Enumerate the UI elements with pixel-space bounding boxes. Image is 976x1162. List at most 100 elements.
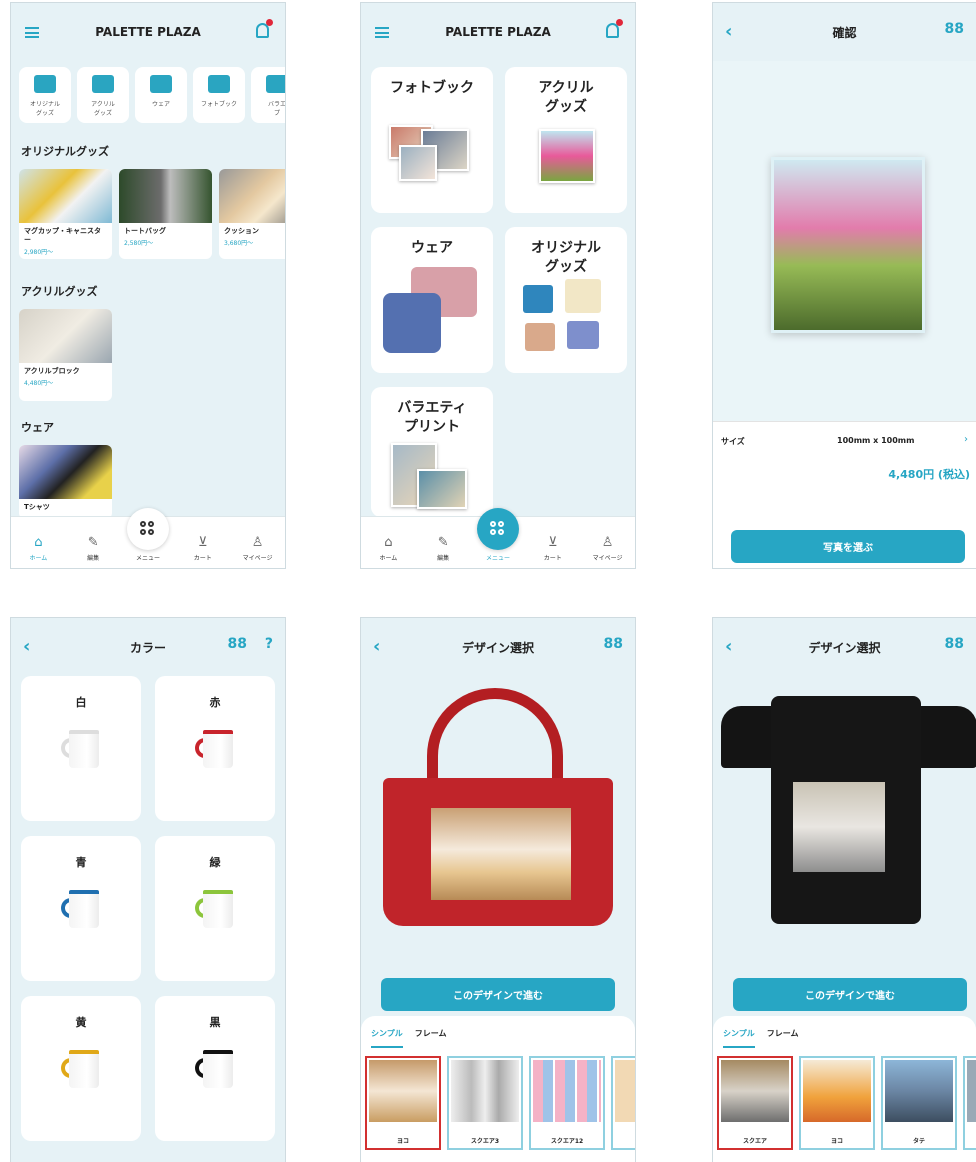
grid-icon[interactable]: 88 <box>945 636 964 652</box>
thumb-image <box>885 1060 953 1122</box>
design-thumb[interactable]: タテ <box>881 1056 957 1150</box>
product-name: マグカップ・キャニスター <box>24 227 101 244</box>
size-value[interactable]: 100mm x 100mm <box>837 436 914 445</box>
design-thumb[interactable]: ヨコ <box>365 1056 441 1150</box>
tshirt-preview <box>771 696 921 924</box>
category-label: フォトブック <box>200 101 237 108</box>
product-name: Tシャツ <box>24 503 50 511</box>
tab-home[interactable]: ⌂ ホーム <box>18 535 58 562</box>
tab-mypage[interactable]: ♙ マイページ <box>238 535 278 562</box>
design-select-screen: ‹ デザイン選択 88 このデザインで進む シンプル フレーム ヨコ スクエア3… <box>360 617 636 1162</box>
tab-mypage[interactable]: ♙ マイページ <box>588 535 628 562</box>
notification-dot <box>616 19 623 26</box>
design-thumb[interactable]: スクエア12 <box>529 1056 605 1150</box>
tab-home[interactable]: ⌂ ホーム <box>368 535 408 562</box>
tab-simple[interactable]: シンプル <box>723 1028 755 1048</box>
mug-icon <box>195 1050 235 1088</box>
category-wear[interactable]: ウェア <box>135 67 187 123</box>
header: ‹ 確認 88 <box>713 3 976 61</box>
tab-edit[interactable]: ✎ 編集 <box>73 535 113 562</box>
section-title: ウェア <box>21 421 54 434</box>
header: PALETTE PLAZA <box>11 3 285 61</box>
menu-card-photobook[interactable]: フォトブック <box>371 67 493 213</box>
product-card[interactable]: マグカップ・キャニスター 2,980円〜 <box>19 169 112 259</box>
menu-card-original[interactable]: オリジナル グッズ <box>505 227 627 373</box>
grid-icon <box>490 521 506 537</box>
back-chevron-icon[interactable]: ‹ <box>725 23 732 41</box>
tab-label: 編集 <box>87 555 100 562</box>
design-tabs: シンプル フレーム <box>371 1028 447 1048</box>
tab-edit[interactable]: ✎ 編集 <box>423 535 463 562</box>
tab-cart[interactable]: ⊻ カート <box>183 535 223 562</box>
menu-card-acrylic[interactable]: アクリル グッズ <box>505 67 627 213</box>
color-option[interactable]: 緑 <box>155 836 275 981</box>
brand-title: PALETTE PLAZA <box>95 25 201 39</box>
menu-icon[interactable] <box>375 27 389 38</box>
color-option[interactable]: 白 <box>21 676 141 821</box>
thumb-label: スクエア <box>742 1138 767 1145</box>
tab-label: ホーム <box>29 555 48 562</box>
design-thumb[interactable] <box>963 1056 976 1150</box>
tab-frame[interactable]: フレーム <box>767 1028 799 1048</box>
help-icon[interactable]: ? <box>265 636 273 652</box>
mug-icon <box>195 890 235 928</box>
proceed-design-button[interactable]: このデザインで進む <box>381 978 615 1011</box>
size-panel: サイズ 100mm x 100mm › 4,480円 (税込) <box>713 421 976 505</box>
proceed-design-button[interactable]: このデザインで進む <box>733 978 967 1011</box>
back-chevron-icon[interactable]: ‹ <box>373 638 380 656</box>
color-label: 白 <box>75 696 87 709</box>
category-original-goods[interactable]: オリジナル グッズ <box>19 67 71 123</box>
chevron-right-icon[interactable]: › <box>964 434 968 445</box>
grid-icon[interactable]: 88 <box>604 636 623 652</box>
tab-frame[interactable]: フレーム <box>415 1028 447 1048</box>
tote-bag-preview <box>383 778 613 926</box>
color-label: 緑 <box>209 856 221 869</box>
menu-button[interactable] <box>477 508 519 550</box>
category-variety[interactable]: バラエプ <box>251 67 285 123</box>
product-card[interactable]: トートバッグ 2,580円〜 <box>119 169 212 259</box>
color-label: 赤 <box>209 696 221 709</box>
menu-card-label: オリジナル グッズ <box>531 240 601 275</box>
product-image <box>19 445 112 499</box>
tab-simple[interactable]: シンプル <box>371 1028 403 1048</box>
tshirt-icon <box>150 75 172 93</box>
back-chevron-icon[interactable]: ‹ <box>23 638 30 656</box>
thumb-label: ヨコ <box>396 1138 409 1145</box>
color-option[interactable]: 黒 <box>155 996 275 1141</box>
select-photo-button[interactable]: 写真を選ぶ <box>731 530 965 563</box>
grid-icon[interactable]: 88 <box>228 636 247 652</box>
color-option[interactable]: 赤 <box>155 676 275 821</box>
menu-button[interactable] <box>127 508 169 550</box>
menu-icon[interactable] <box>25 27 39 38</box>
page-title: カラー <box>129 640 166 655</box>
user-icon: ♙ <box>251 535 264 550</box>
thumb-image <box>533 1060 601 1122</box>
product-card[interactable]: Tシャツ <box>19 445 112 519</box>
tab-cart[interactable]: ⊻ カート <box>533 535 573 562</box>
product-card[interactable]: クッション 3,680円〜 <box>219 169 285 259</box>
bell-icon[interactable] <box>606 19 623 38</box>
notification-dot <box>266 19 273 26</box>
design-thumb[interactable] <box>611 1056 635 1150</box>
acrylic-block-image <box>539 129 595 183</box>
page-title: デザイン選択 <box>461 640 534 655</box>
color-option[interactable]: 青 <box>21 836 141 981</box>
acrylic-block-preview <box>771 157 925 333</box>
design-thumb[interactable]: スクエア3 <box>447 1056 523 1150</box>
mug-icon <box>61 730 101 768</box>
color-option[interactable]: 黄 <box>21 996 141 1141</box>
category-photobook[interactable]: フォトブック <box>193 67 245 123</box>
category-row: オリジナル グッズ アクリル グッズ ウェア フォトブック バラエプ <box>19 67 285 123</box>
product-card[interactable]: アクリルブロック 4,480円〜 <box>19 309 112 401</box>
design-thumb[interactable]: スクエア <box>717 1056 793 1150</box>
header: PALETTE PLAZA <box>361 3 635 61</box>
back-chevron-icon[interactable]: ‹ <box>725 638 732 656</box>
menu-card-wear[interactable]: ウェア <box>371 227 493 373</box>
menu-card-label: アクリル グッズ <box>538 80 594 115</box>
bell-icon[interactable] <box>256 19 273 38</box>
tab-label: ホーム <box>379 555 398 562</box>
category-acrylic-goods[interactable]: アクリル グッズ <box>77 67 129 123</box>
menu-card-variety-print[interactable]: バラエティ プリント <box>371 387 493 517</box>
grid-icon[interactable]: 88 <box>945 21 964 37</box>
design-thumb[interactable]: ヨコ <box>799 1056 875 1150</box>
